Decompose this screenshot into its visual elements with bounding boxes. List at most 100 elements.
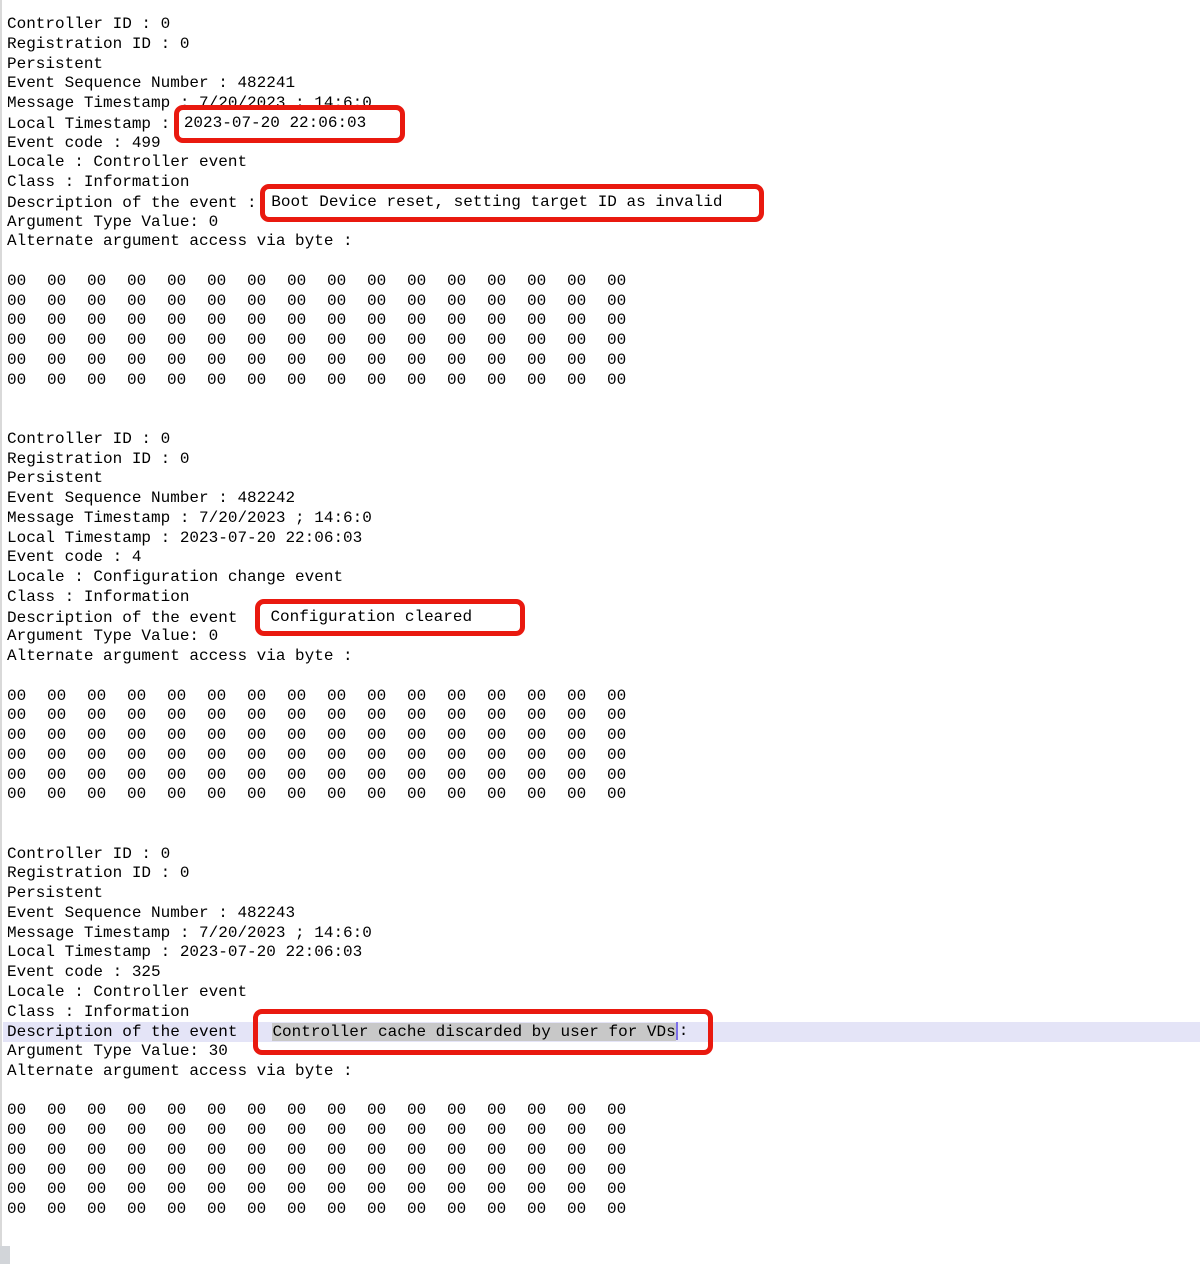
hex-byte: 00	[487, 1161, 527, 1181]
description-suffix: :	[679, 1023, 689, 1041]
hex-byte: 00	[367, 1101, 407, 1121]
description-line: Description of the event : Boot Device r…	[7, 193, 1200, 213]
alternate-line: Alternate argument access via byte :	[7, 1062, 1200, 1082]
event-sequence-line: Event Sequence Number : 482243	[7, 904, 1200, 924]
hex-row: 00000000000000000000000000000000	[7, 371, 1200, 391]
hex-byte: 00	[127, 687, 167, 707]
local-timestamp-label: Local Timestamp :	[7, 115, 180, 133]
hex-byte: 00	[127, 785, 167, 805]
hex-row: 00000000000000000000000000000000	[7, 1141, 1200, 1161]
hex-byte: 00	[567, 706, 607, 726]
event-log-text[interactable]: Controller ID : 0 Registration ID : 0 Pe…	[0, 0, 1200, 1220]
hex-byte: 00	[167, 351, 207, 371]
hex-byte: 00	[447, 1121, 487, 1141]
hex-byte: 00	[327, 371, 367, 391]
hex-byte: 00	[207, 331, 247, 351]
hex-byte: 00	[127, 746, 167, 766]
hex-row: 00000000000000000000000000000000	[7, 687, 1200, 707]
hex-byte: 00	[207, 1200, 247, 1220]
hex-byte: 00	[287, 272, 327, 292]
hex-byte: 00	[607, 1200, 647, 1220]
hex-row: 00000000000000000000000000000000	[7, 706, 1200, 726]
hex-byte: 00	[407, 687, 447, 707]
hex-byte: 00	[367, 272, 407, 292]
hex-byte: 00	[167, 331, 207, 351]
hex-byte: 00	[207, 1161, 247, 1181]
hex-byte: 00	[527, 311, 567, 331]
hex-byte: 00	[47, 1200, 87, 1220]
hex-byte: 00	[87, 311, 127, 331]
hex-byte: 00	[487, 766, 527, 786]
hex-byte: 00	[367, 371, 407, 391]
hex-byte: 00	[567, 785, 607, 805]
hex-byte: 00	[47, 1180, 87, 1200]
hex-byte: 00	[47, 1101, 87, 1121]
hex-byte: 00	[447, 1161, 487, 1181]
hex-byte: 00	[327, 311, 367, 331]
blank-lines	[7, 390, 1200, 430]
hex-byte: 00	[87, 1121, 127, 1141]
message-timestamp-line: Message Timestamp : 7/20/2023 ; 14:6:0	[7, 509, 1200, 529]
hex-byte: 00	[287, 1121, 327, 1141]
hex-byte: 00	[47, 1141, 87, 1161]
hex-byte: 00	[487, 1180, 527, 1200]
hex-byte: 00	[87, 766, 127, 786]
hex-byte: 00	[7, 687, 47, 707]
hex-byte: 00	[607, 785, 647, 805]
hex-byte: 00	[527, 706, 567, 726]
hex-row: 00000000000000000000000000000000	[7, 1180, 1200, 1200]
hex-row: 00000000000000000000000000000000	[7, 726, 1200, 746]
local-timestamp-value: 2023-07-20 22:06:03	[184, 114, 366, 132]
hex-byte: 00	[167, 746, 207, 766]
description-label: Description of the event :	[7, 194, 266, 212]
hex-byte: 00	[287, 292, 327, 312]
hex-byte: 00	[527, 1161, 567, 1181]
hex-byte: 00	[527, 1141, 567, 1161]
hex-byte: 00	[447, 726, 487, 746]
hex-byte: 00	[7, 785, 47, 805]
hex-byte: 00	[287, 766, 327, 786]
hex-byte: 00	[167, 785, 207, 805]
hex-byte: 00	[287, 331, 327, 351]
hex-byte: 00	[127, 351, 167, 371]
hex-byte: 00	[327, 351, 367, 371]
hex-byte: 00	[167, 1180, 207, 1200]
hex-byte: 00	[7, 766, 47, 786]
hex-byte: 00	[607, 726, 647, 746]
hex-byte: 00	[327, 331, 367, 351]
hex-byte: 00	[607, 746, 647, 766]
hex-dump: 0000000000000000000000000000000000000000…	[7, 272, 1200, 391]
hex-byte: 00	[327, 292, 367, 312]
hex-byte: 00	[87, 351, 127, 371]
hex-byte: 00	[367, 1200, 407, 1220]
hex-byte: 00	[167, 371, 207, 391]
hex-byte: 00	[47, 272, 87, 292]
hex-byte: 00	[407, 785, 447, 805]
hex-byte: 00	[607, 706, 647, 726]
hex-byte: 00	[207, 1101, 247, 1121]
hex-byte: 00	[327, 726, 367, 746]
hex-byte: 00	[327, 1141, 367, 1161]
hex-byte: 00	[487, 371, 527, 391]
hex-byte: 00	[207, 272, 247, 292]
hex-byte: 00	[87, 785, 127, 805]
hex-byte: 00	[207, 1121, 247, 1141]
hex-dump: 0000000000000000000000000000000000000000…	[7, 1101, 1200, 1220]
hex-byte: 00	[367, 687, 407, 707]
hex-byte: 00	[607, 1180, 647, 1200]
event-entry: Controller ID : 0 Registration ID : 0 Pe…	[7, 15, 1200, 430]
hex-row: 00000000000000000000000000000000	[7, 1200, 1200, 1220]
hex-byte: 00	[407, 371, 447, 391]
hex-byte: 00	[447, 1180, 487, 1200]
hex-byte: 00	[247, 1101, 287, 1121]
hex-byte: 00	[207, 1141, 247, 1161]
hex-byte: 00	[207, 746, 247, 766]
hex-byte: 00	[7, 1141, 47, 1161]
description-label: Description of the event	[7, 609, 237, 627]
hex-byte: 00	[87, 726, 127, 746]
hex-byte: 00	[287, 371, 327, 391]
hex-byte: 00	[127, 1121, 167, 1141]
blank-line	[7, 252, 1200, 272]
event-sequence-line: Event Sequence Number : 482242	[7, 489, 1200, 509]
hex-byte: 00	[487, 351, 527, 371]
